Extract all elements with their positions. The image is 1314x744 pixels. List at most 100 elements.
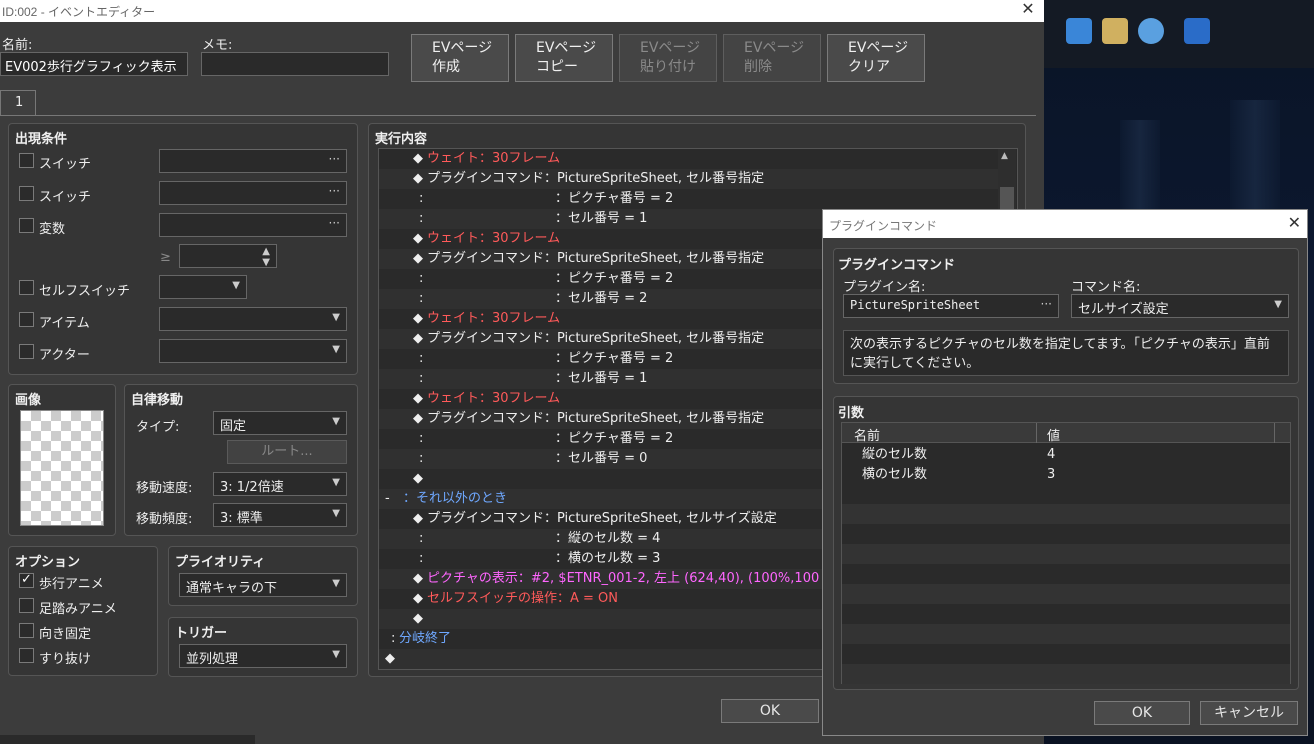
- argument-name: 縦のセル数: [862, 447, 928, 462]
- delete-page-button[interactable]: EVページ 削除: [723, 34, 821, 82]
- character-icon[interactable]: [1138, 18, 1164, 44]
- memo-label: メモ:: [202, 38, 233, 53]
- folder-icon[interactable]: [1102, 18, 1128, 44]
- row-marker: :: [419, 531, 424, 546]
- priority-select[interactable]: 通常キャラの下 ▼: [179, 573, 347, 597]
- row-marker: :: [419, 271, 424, 286]
- argument-value: 3: [1047, 467, 1056, 482]
- command-text: ウェイト：30フレーム: [427, 231, 561, 246]
- name-label: 名前:: [2, 38, 33, 53]
- variable-value-stepper[interactable]: ▲ ▼: [179, 244, 277, 268]
- actor-select[interactable]: ▼: [159, 339, 347, 363]
- stepping-anime-checkbox[interactable]: [19, 598, 34, 613]
- command-text: ：ピクチャ番号 = 2: [555, 271, 674, 286]
- button-line1: EVページ: [432, 40, 493, 56]
- video-player-icon[interactable]: [1184, 18, 1210, 44]
- ellipsis-icon: ···: [328, 216, 340, 230]
- row-marker: :: [419, 551, 424, 566]
- row-marker: ◆: [413, 611, 423, 626]
- ok-button[interactable]: OK: [721, 699, 819, 723]
- trigger-select[interactable]: 並列処理 ▼: [179, 644, 347, 668]
- arguments-grid[interactable]: 名前 値 縦のセル数 4 横のセル数 3: [841, 422, 1291, 684]
- direction-fix-checkbox[interactable]: [19, 623, 34, 638]
- create-page-button[interactable]: EVページ 作成: [411, 34, 509, 82]
- scroll-up-icon[interactable]: ▲: [1001, 151, 1008, 161]
- status-strip: [0, 735, 255, 744]
- dialog-ok-button[interactable]: OK: [1094, 701, 1190, 725]
- ellipsis-icon: ···: [328, 184, 340, 198]
- empty-row: [842, 584, 1290, 604]
- dialog-cancel-button[interactable]: キャンセル: [1200, 701, 1298, 725]
- row-marker: :: [419, 351, 424, 366]
- command-name-value: セルサイズ設定: [1078, 302, 1169, 317]
- autonomous-title: 自律移動: [131, 393, 184, 408]
- memo-field[interactable]: [201, 52, 389, 76]
- argument-row[interactable]: 縦のセル数 4: [842, 444, 1290, 464]
- trigger-title: トリガー: [175, 626, 228, 641]
- name-field[interactable]: EV002歩行グラフィック表示: [0, 52, 188, 76]
- through-checkbox[interactable]: [19, 648, 34, 663]
- chevron-down-icon: ▼: [332, 508, 340, 519]
- switch1-select[interactable]: ···: [159, 149, 347, 173]
- actor-checkbox[interactable]: [19, 344, 34, 359]
- plugin-name-select[interactable]: PictureSpriteSheet ···: [843, 294, 1059, 318]
- trigger-value: 並列処理: [186, 652, 239, 667]
- command-text: ：ピクチャ番号 = 2: [555, 351, 674, 366]
- copy-page-button[interactable]: EVページ コピー: [515, 34, 613, 82]
- row-marker: ◆: [413, 571, 423, 586]
- empty-row: [842, 544, 1290, 564]
- close-icon[interactable]: ✕: [1018, 0, 1038, 20]
- row-marker: ◆: [385, 651, 395, 666]
- chevron-down-icon: ▼: [1274, 299, 1282, 310]
- walking-anime-checkbox[interactable]: ✓: [19, 573, 34, 588]
- route-button[interactable]: ルート...: [227, 440, 347, 464]
- empty-row: [842, 624, 1290, 644]
- empty-row: [842, 504, 1290, 524]
- type-select[interactable]: 固定 ▼: [213, 411, 347, 435]
- options-title: オプション: [15, 555, 81, 570]
- clear-page-button[interactable]: EVページ クリア: [827, 34, 925, 82]
- command-text: プラグインコマンド：PictureSpriteSheet, セル番号指定: [427, 171, 765, 186]
- tab-page-1[interactable]: 1: [0, 90, 36, 116]
- window-title: ID:002 - イベントエディター: [2, 5, 156, 19]
- row-marker: :: [419, 451, 424, 466]
- row-marker: :: [391, 631, 396, 646]
- switch2-checkbox[interactable]: [19, 186, 34, 201]
- command-row[interactable]: ◆ ウェイト：30フレーム: [379, 149, 1001, 169]
- empty-row: [842, 664, 1290, 684]
- button-line1: EVページ: [640, 40, 701, 56]
- frequency-select[interactable]: 3: 標準 ▼: [213, 503, 347, 527]
- chevron-down-icon: ▼: [232, 280, 240, 291]
- item-checkbox[interactable]: [19, 312, 34, 327]
- paste-page-button[interactable]: EVページ 貼り付け: [619, 34, 717, 82]
- chevron-down-icon: ▼: [332, 344, 340, 355]
- self-switch-checkbox[interactable]: [19, 280, 34, 295]
- image-title: 画像: [15, 393, 42, 408]
- variable-checkbox[interactable]: [19, 218, 34, 233]
- item-select[interactable]: ▼: [159, 307, 347, 331]
- column-name-header: 名前: [854, 429, 881, 444]
- image-preview[interactable]: [20, 410, 104, 526]
- argument-row[interactable]: 横のセル数 3: [842, 464, 1290, 484]
- speed-select[interactable]: 3: 1/2倍速 ▼: [213, 472, 347, 496]
- dialog-titlebar: プラグインコマンド ✕: [823, 210, 1307, 238]
- actor-label: アクター: [39, 348, 90, 363]
- command-row[interactable]: : ：ピクチャ番号 = 2: [379, 189, 1001, 209]
- self-switch-select[interactable]: ▼: [159, 275, 247, 299]
- collapse-icon: -: [385, 491, 390, 506]
- gte-symbol: ≥: [160, 250, 171, 265]
- switch2-select[interactable]: ···: [159, 181, 347, 205]
- command-text: 分岐終了: [399, 631, 452, 646]
- variable-select[interactable]: ···: [159, 213, 347, 237]
- command-name-select[interactable]: セルサイズ設定 ▼: [1071, 294, 1289, 318]
- command-row[interactable]: ◆ プラグインコマンド：PictureSpriteSheet, セル番号指定: [379, 169, 1001, 189]
- row-marker: :: [419, 191, 424, 206]
- command-text: プラグインコマンド：PictureSpriteSheet, セル番号指定: [427, 331, 765, 346]
- grid-header: 名前 値: [842, 423, 1290, 444]
- close-icon[interactable]: ✕: [1288, 213, 1301, 232]
- self-switch-label: セルフスイッチ: [39, 284, 131, 299]
- monitor-icon[interactable]: [1066, 18, 1092, 44]
- switch1-checkbox[interactable]: [19, 153, 34, 168]
- row-marker: ◆: [413, 391, 423, 406]
- walking-anime-label: 歩行アニメ: [39, 577, 104, 592]
